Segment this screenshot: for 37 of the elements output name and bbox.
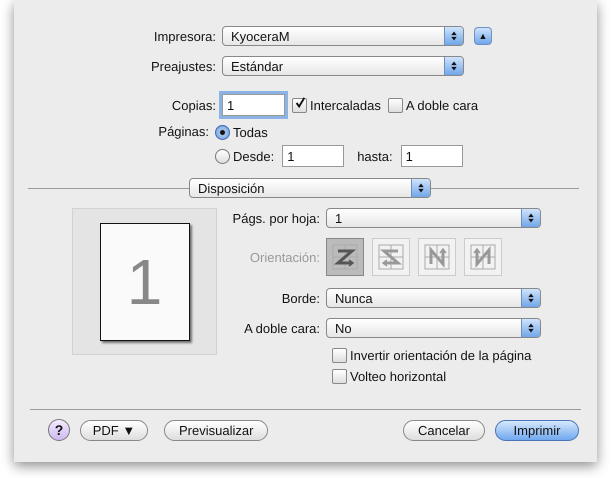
radio-button[interactable] [215,124,230,140]
radio-label: Desde: [233,148,274,164]
page-number: 1 [126,244,162,318]
field-label: Orientación: [248,250,321,264]
copies-field[interactable]: 1 [222,94,285,116]
checkbox[interactable] [388,98,403,112]
checkbox-label: Intercaladas [310,98,381,112]
from-field[interactable]: 1 [282,145,344,167]
popup-menu[interactable]: Disposición [189,178,431,198]
checkbox[interactable] [332,348,347,362]
to-field[interactable]: 1 [400,145,463,167]
popup-menu[interactable]: Nunca [326,288,541,308]
popup-menu[interactable]: No [326,318,541,338]
help-button[interactable]: ? [48,419,70,441]
popup-menu[interactable]: KyoceraM [222,26,464,46]
field-label: Copias: [170,98,217,112]
field-label: Preajustes: [150,58,217,74]
field-label: A doble cara: [243,320,321,336]
field-label: Impresora: [152,28,217,44]
radio-button[interactable] [215,148,230,164]
checkbox-label: A doble cara [406,98,478,112]
disclosure-button[interactable]: ▲ [474,27,492,45]
field-label: Págs. por hoja: [232,210,321,226]
checkbox-label: Invertir orientación de la página [350,348,532,362]
checkbox-label: Volteo horizontal [350,368,446,384]
field-label: Borde: [280,290,321,306]
checkbox[interactable] [332,368,347,384]
popup-menu[interactable]: Estándar [222,56,464,76]
default-button[interactable]: Imprimir [495,420,579,440]
checkbox[interactable] [292,98,307,112]
field-label: Páginas: [157,123,210,141]
pdf-menu-button[interactable]: PDF ▼ [80,420,148,440]
push-button[interactable]: Previsualizar [164,420,268,440]
push-button[interactable]: Cancelar [402,420,485,440]
popup-menu[interactable]: 1 [326,208,541,228]
field-label: hasta: [357,148,393,164]
radio-label: Todas [233,124,268,140]
